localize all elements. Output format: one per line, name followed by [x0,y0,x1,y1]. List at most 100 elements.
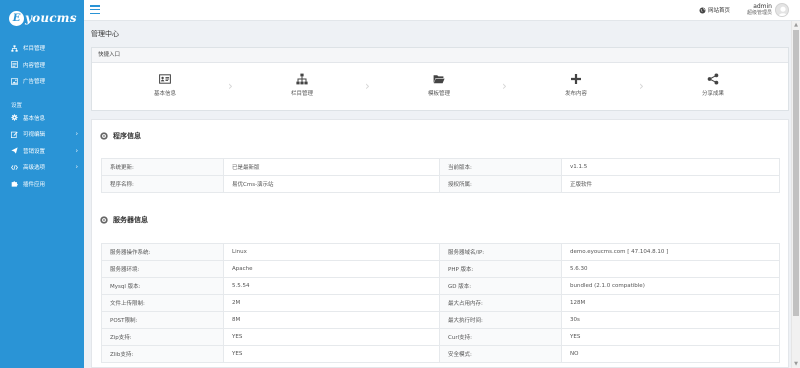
globe-icon [699,6,706,14]
chevron-right-icon: › [228,79,233,93]
info-key: 服务器环境: [101,260,224,278]
info-value: v1.1.5 [561,158,780,176]
avatar[interactable] [775,3,789,17]
info-key: Mysql 版本: [101,277,224,295]
info-key: 服务器域名/IP: [439,243,562,261]
info-value: 128M [561,294,780,312]
sidebar-item-label: 插件应用 [23,181,46,188]
sidebar: E youcms 栏目管理 内容管理 广告管理 设置 基本信息 可视编辑 › 营… [0,0,84,368]
sidebar-nav: 栏目管理 内容管理 广告管理 [0,40,84,90]
info-value: 已是最新版 [223,158,440,176]
sitemap-icon [262,73,342,85]
list-icon [11,61,18,68]
info-value: 易优Cms-演示站 [223,175,440,193]
user-icon [778,6,788,16]
scroll-thumb[interactable] [793,30,799,316]
quick-item-basic-info[interactable]: 基本信息 [125,73,205,97]
sidebar-item-label: 栏目管理 [23,46,46,53]
info-key: 最大占用内存: [439,294,562,312]
info-panel: 程序信息 系统更新: 已是最新版 当前版本: v1.1.5 程序名称: 易优Cm… [91,119,789,368]
info-value: 8M [223,311,440,329]
quick-item-columns[interactable]: 栏目管理 [262,73,342,97]
info-key: 程序名称: [101,175,224,193]
info-value: Linux [223,243,440,261]
info-value: NO [561,345,780,363]
send-icon [11,147,18,154]
table-row: POST限制: 8M 最大执行时间: 30s [101,311,780,329]
table-row: Zlib支持: YES 安全模式: NO [101,345,780,363]
code-icon [11,164,18,171]
sidebar-item-ads[interactable]: 广告管理 [0,73,84,90]
quick-item-label: 分享成果 [701,91,724,97]
table-row: Zip支持: YES Curl支持: YES [101,328,780,346]
info-key: Zlib支持: [101,345,224,363]
info-value: YES [223,345,440,363]
quick-item-publish[interactable]: 发布内容 [536,73,616,97]
top-header: 网站首页 admin 超级管理员 [84,0,800,21]
info-key: PHP 版本: [439,260,562,278]
scroll-up-icon[interactable]: ▲ [792,21,800,29]
sidebar-item-visual-edit[interactable]: 可视编辑 › [0,126,84,143]
sidebar-item-advanced[interactable]: 高级选项 › [0,159,84,176]
sidebar-item-basic-info[interactable]: 基本信息 [0,110,84,127]
quick-item-templates[interactable]: 模板管理 [399,73,479,97]
info-key: 文件上传限制: [101,294,224,312]
logo-mark: E [9,10,24,26]
table-row: 文件上传限制: 2M 最大占用内存: 128M [101,294,780,312]
user-info[interactable]: admin 超级管理员 [745,3,772,16]
table-row: 程序名称: 易优Cms-演示站 授权所属: 正版软件 [101,175,780,193]
sidebar-item-content[interactable]: 内容管理 [0,57,84,74]
share-icon [673,73,753,85]
sidebar-section-settings: 设置 [11,102,23,109]
info-key: Zip支持: [101,328,224,346]
scroll-down-icon[interactable]: ▼ [792,360,800,368]
sidebar-item-label: 可视编辑 [23,132,46,139]
folder-open-icon [399,73,479,85]
quick-entry-panel: 快捷入口 基本信息 › 栏目管理 › 模板管理 › 发布内容 › 分享成果 [91,47,789,111]
logo[interactable]: E youcms [0,0,84,36]
sidebar-item-label: 营销设置 [23,148,46,155]
plus-icon [536,73,616,85]
sidebar-item-marketing[interactable]: 营销设置 › [0,143,84,160]
quick-item-label: 基本信息 [153,91,176,97]
vertical-scrollbar[interactable]: ▲ ▼ [791,21,800,368]
info-key: POST限制: [101,311,224,329]
sidebar-item-label: 高级选项 [23,165,46,172]
quick-item-label: 模板管理 [427,91,450,97]
info-value: 2M [223,294,440,312]
info-value: demo.eyoucms.com [ 47.104.8.10 ] [561,243,780,261]
gear-icon [100,216,108,224]
puzzle-icon [11,180,18,187]
site-home-link[interactable]: 网站首页 [699,5,730,15]
quick-item-share[interactable]: 分享成果 [673,73,753,97]
info-value: bundled (2.1.0 compatible) [561,277,780,295]
server-info-title: 服务器信息 [113,216,148,224]
chevron-right-icon: › [502,79,507,93]
info-value: 5.6.30 [561,260,780,278]
quick-item-label: 栏目管理 [290,91,313,97]
edit-icon [11,131,18,138]
info-key: Curl支持: [439,328,562,346]
user-role: 超级管理员 [746,10,772,16]
info-key: 当前版本: [439,158,562,176]
sidebar-item-plugins[interactable]: 插件应用 [0,176,84,193]
sidebar-item-label: 基本信息 [23,115,46,122]
table-row: Mysql 版本: 5.5.54 GD 版本: bundled (2.1.0 c… [101,277,780,295]
info-value: Apache [223,260,440,278]
chevron-right-icon: › [75,147,78,155]
menu-toggle-icon[interactable] [90,5,100,15]
info-key: GD 版本: [439,277,562,295]
table-row: 服务器环境: Apache PHP 版本: 5.6.30 [101,260,780,278]
sitemap-icon [11,45,18,52]
program-info-title: 程序信息 [113,132,141,140]
site-link-label: 网站首页 [708,8,731,14]
id-card-icon [125,73,205,85]
info-key: 服务器操作系统: [101,243,224,261]
quick-entry-title: 快捷入口 [92,48,788,63]
chevron-right-icon: › [639,79,644,93]
info-value: 5.5.54 [223,277,440,295]
user-name: admin [753,3,772,10]
sidebar-item-label: 广告管理 [23,79,46,86]
quick-item-label: 发布内容 [564,91,587,97]
sidebar-item-columns[interactable]: 栏目管理 [0,40,84,57]
